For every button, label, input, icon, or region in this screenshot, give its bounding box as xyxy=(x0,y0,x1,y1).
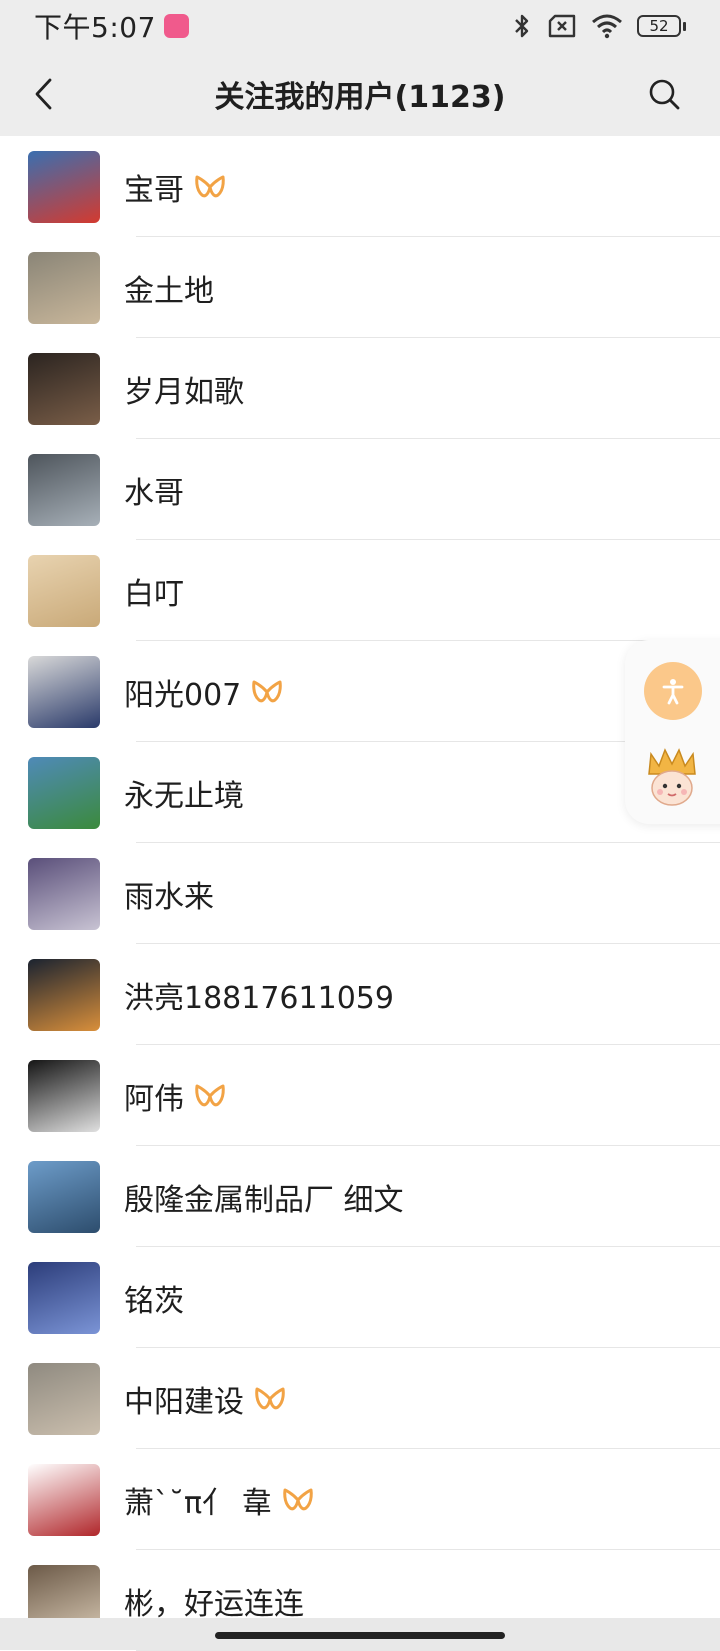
accessibility-icon xyxy=(658,676,688,706)
user-row[interactable]: 阿伟 xyxy=(0,1045,720,1146)
user-row[interactable]: 永无止境 xyxy=(0,742,720,843)
user-row[interactable]: 中阳建设 xyxy=(0,1348,720,1449)
battery-icon: 52 xyxy=(637,15,686,37)
user-name: 殷隆金属制品厂 细文 xyxy=(124,1175,404,1219)
battery-level: 52 xyxy=(637,15,681,37)
user-name-wrap: 阿伟 xyxy=(124,1074,226,1118)
mascot-sticker-button[interactable] xyxy=(637,742,707,812)
user-name-wrap: 白叮 xyxy=(124,569,184,613)
vip-badge-icon xyxy=(194,1083,226,1109)
user-name: 岁月如歌 xyxy=(124,367,244,411)
system-nav-bar xyxy=(0,1618,720,1650)
header-bar: 关注我的用户(1123) xyxy=(0,52,720,136)
user-name: 铭茨 xyxy=(124,1276,184,1320)
user-row[interactable]: 阳光007 xyxy=(0,641,720,742)
bluetooth-icon xyxy=(511,13,533,39)
vip-badge-icon xyxy=(254,1386,286,1412)
vip-badge-icon xyxy=(194,174,226,200)
status-icons: 52 xyxy=(511,13,686,39)
search-button[interactable] xyxy=(642,72,686,116)
user-row[interactable]: 宝哥 xyxy=(0,136,720,237)
user-name: 阳光007 xyxy=(124,670,241,714)
user-name-wrap: 彬，好运连连 xyxy=(124,1579,304,1623)
avatar[interactable] xyxy=(28,1060,100,1132)
accessibility-button[interactable] xyxy=(644,662,702,720)
user-row[interactable]: 雨水来 xyxy=(0,843,720,944)
user-name-wrap: 萧ˋ˘π亻 韋 xyxy=(124,1478,314,1522)
user-name: 水哥 xyxy=(124,468,184,512)
user-row[interactable]: 水哥 xyxy=(0,439,720,540)
status-time: 下午5:07 xyxy=(34,6,156,46)
user-name-wrap: 中阳建设 xyxy=(124,1377,286,1421)
search-icon xyxy=(648,78,680,110)
user-name-wrap: 永无止境 xyxy=(124,771,244,815)
avatar[interactable] xyxy=(28,858,100,930)
user-row[interactable]: 萧ˋ˘π亻 韋 xyxy=(0,1449,720,1550)
avatar[interactable] xyxy=(28,757,100,829)
user-name: 阿伟 xyxy=(124,1074,184,1118)
avatar[interactable] xyxy=(28,959,100,1031)
avatar[interactable] xyxy=(28,151,100,223)
avatar[interactable] xyxy=(28,656,100,728)
user-name: 永无止境 xyxy=(124,771,244,815)
vip-badge-icon xyxy=(282,1487,314,1513)
user-name-wrap: 洪亮18817611059 xyxy=(124,973,394,1017)
user-name-wrap: 水哥 xyxy=(124,468,184,512)
avatar[interactable] xyxy=(28,555,100,627)
user-name: 彬，好运连连 xyxy=(124,1579,304,1623)
user-name: 萧ˋ˘π亻 韋 xyxy=(124,1478,272,1522)
user-name-wrap: 雨水来 xyxy=(124,872,214,916)
chevron-left-icon xyxy=(33,77,55,111)
status-bar: 下午5:07 52 xyxy=(0,0,720,52)
user-name: 金土地 xyxy=(124,266,214,310)
user-name: 白叮 xyxy=(124,569,184,613)
sim-x-icon xyxy=(547,14,577,38)
user-row[interactable]: 铭茨 xyxy=(0,1247,720,1348)
user-name-wrap: 岁月如歌 xyxy=(124,367,244,411)
user-name-wrap: 铭茨 xyxy=(124,1276,184,1320)
avatar[interactable] xyxy=(28,1161,100,1233)
avatar[interactable] xyxy=(28,1262,100,1334)
avatar[interactable] xyxy=(28,353,100,425)
floating-panel xyxy=(625,640,720,824)
user-row[interactable]: 殷隆金属制品厂 细文 xyxy=(0,1146,720,1247)
wifi-icon xyxy=(591,13,623,39)
mascot-sticker-icon xyxy=(639,744,705,810)
user-row[interactable]: 洪亮18817611059 xyxy=(0,944,720,1045)
avatar[interactable] xyxy=(28,252,100,324)
avatar[interactable] xyxy=(28,1363,100,1435)
user-name-wrap: 阳光007 xyxy=(124,670,283,714)
avatar[interactable] xyxy=(28,454,100,526)
user-name-wrap: 宝哥 xyxy=(124,165,226,209)
follower-list: 宝哥金土地岁月如歌水哥白叮阳光007 永无止境雨水来洪亮18817611059 阿伟… xyxy=(0,136,720,1651)
home-indicator[interactable] xyxy=(215,1632,505,1639)
user-row[interactable]: 金土地 xyxy=(0,237,720,338)
avatar[interactable] xyxy=(28,1464,100,1536)
user-name: 雨水来 xyxy=(124,872,214,916)
vip-badge-icon xyxy=(251,679,283,705)
back-button[interactable] xyxy=(22,72,66,116)
user-name: 中阳建设 xyxy=(124,1377,244,1421)
user-row[interactable]: 白叮 xyxy=(0,540,720,641)
page-title: 关注我的用户(1123) xyxy=(215,72,506,116)
user-row[interactable]: 岁月如歌 xyxy=(0,338,720,439)
user-name-wrap: 金土地 xyxy=(124,266,214,310)
user-name: 洪亮18817611059 xyxy=(124,973,394,1017)
user-name: 宝哥 xyxy=(124,165,184,209)
user-name-wrap: 殷隆金属制品厂 细文 xyxy=(124,1175,404,1219)
app-badge-icon xyxy=(164,14,189,38)
